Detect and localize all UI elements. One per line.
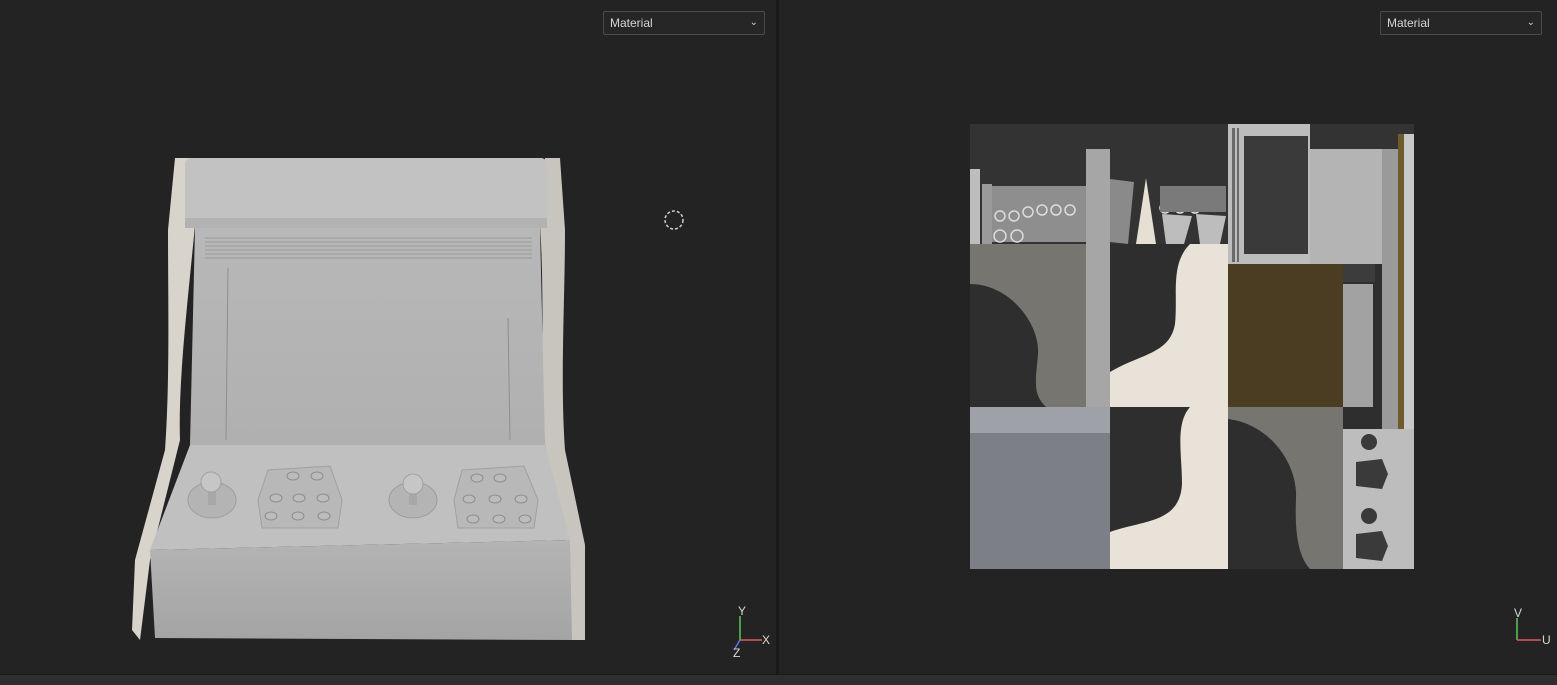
shading-mode-dropdown-left[interactable]: Material ⌄ xyxy=(603,11,765,35)
bottom-status-strip xyxy=(0,674,1557,685)
chevron-down-icon: ⌄ xyxy=(1526,17,1535,28)
arcade-cabinet-model: Y X Z xyxy=(132,158,770,660)
3d-viewport[interactable]: Y X Z Material ⌄ xyxy=(0,0,776,674)
shading-mode-dropdown-right[interactable]: Material ⌄ xyxy=(1380,11,1542,35)
axis-v-label: V xyxy=(1514,606,1522,620)
axis-gizmo-3d: Y X Z xyxy=(733,604,770,660)
axis-z-label: Z xyxy=(733,646,740,660)
uv-texture-map: V U xyxy=(970,124,1551,647)
joystick-right xyxy=(402,473,424,495)
cabinet-screen xyxy=(190,228,545,445)
axis-gizmo-uv: V U xyxy=(1514,606,1551,647)
axis-u-label: U xyxy=(1542,633,1551,647)
uv-viewport[interactable]: V U Material ⌄ xyxy=(779,0,1557,674)
chevron-down-icon: ⌄ xyxy=(749,17,758,28)
joystick-left xyxy=(200,471,222,493)
axis-x-label: X xyxy=(762,633,770,647)
cabinet-marquee xyxy=(185,158,547,226)
cabinet-base xyxy=(150,540,572,640)
pivot-circle-icon[interactable] xyxy=(664,210,684,230)
axis-y-label: Y xyxy=(738,604,746,618)
